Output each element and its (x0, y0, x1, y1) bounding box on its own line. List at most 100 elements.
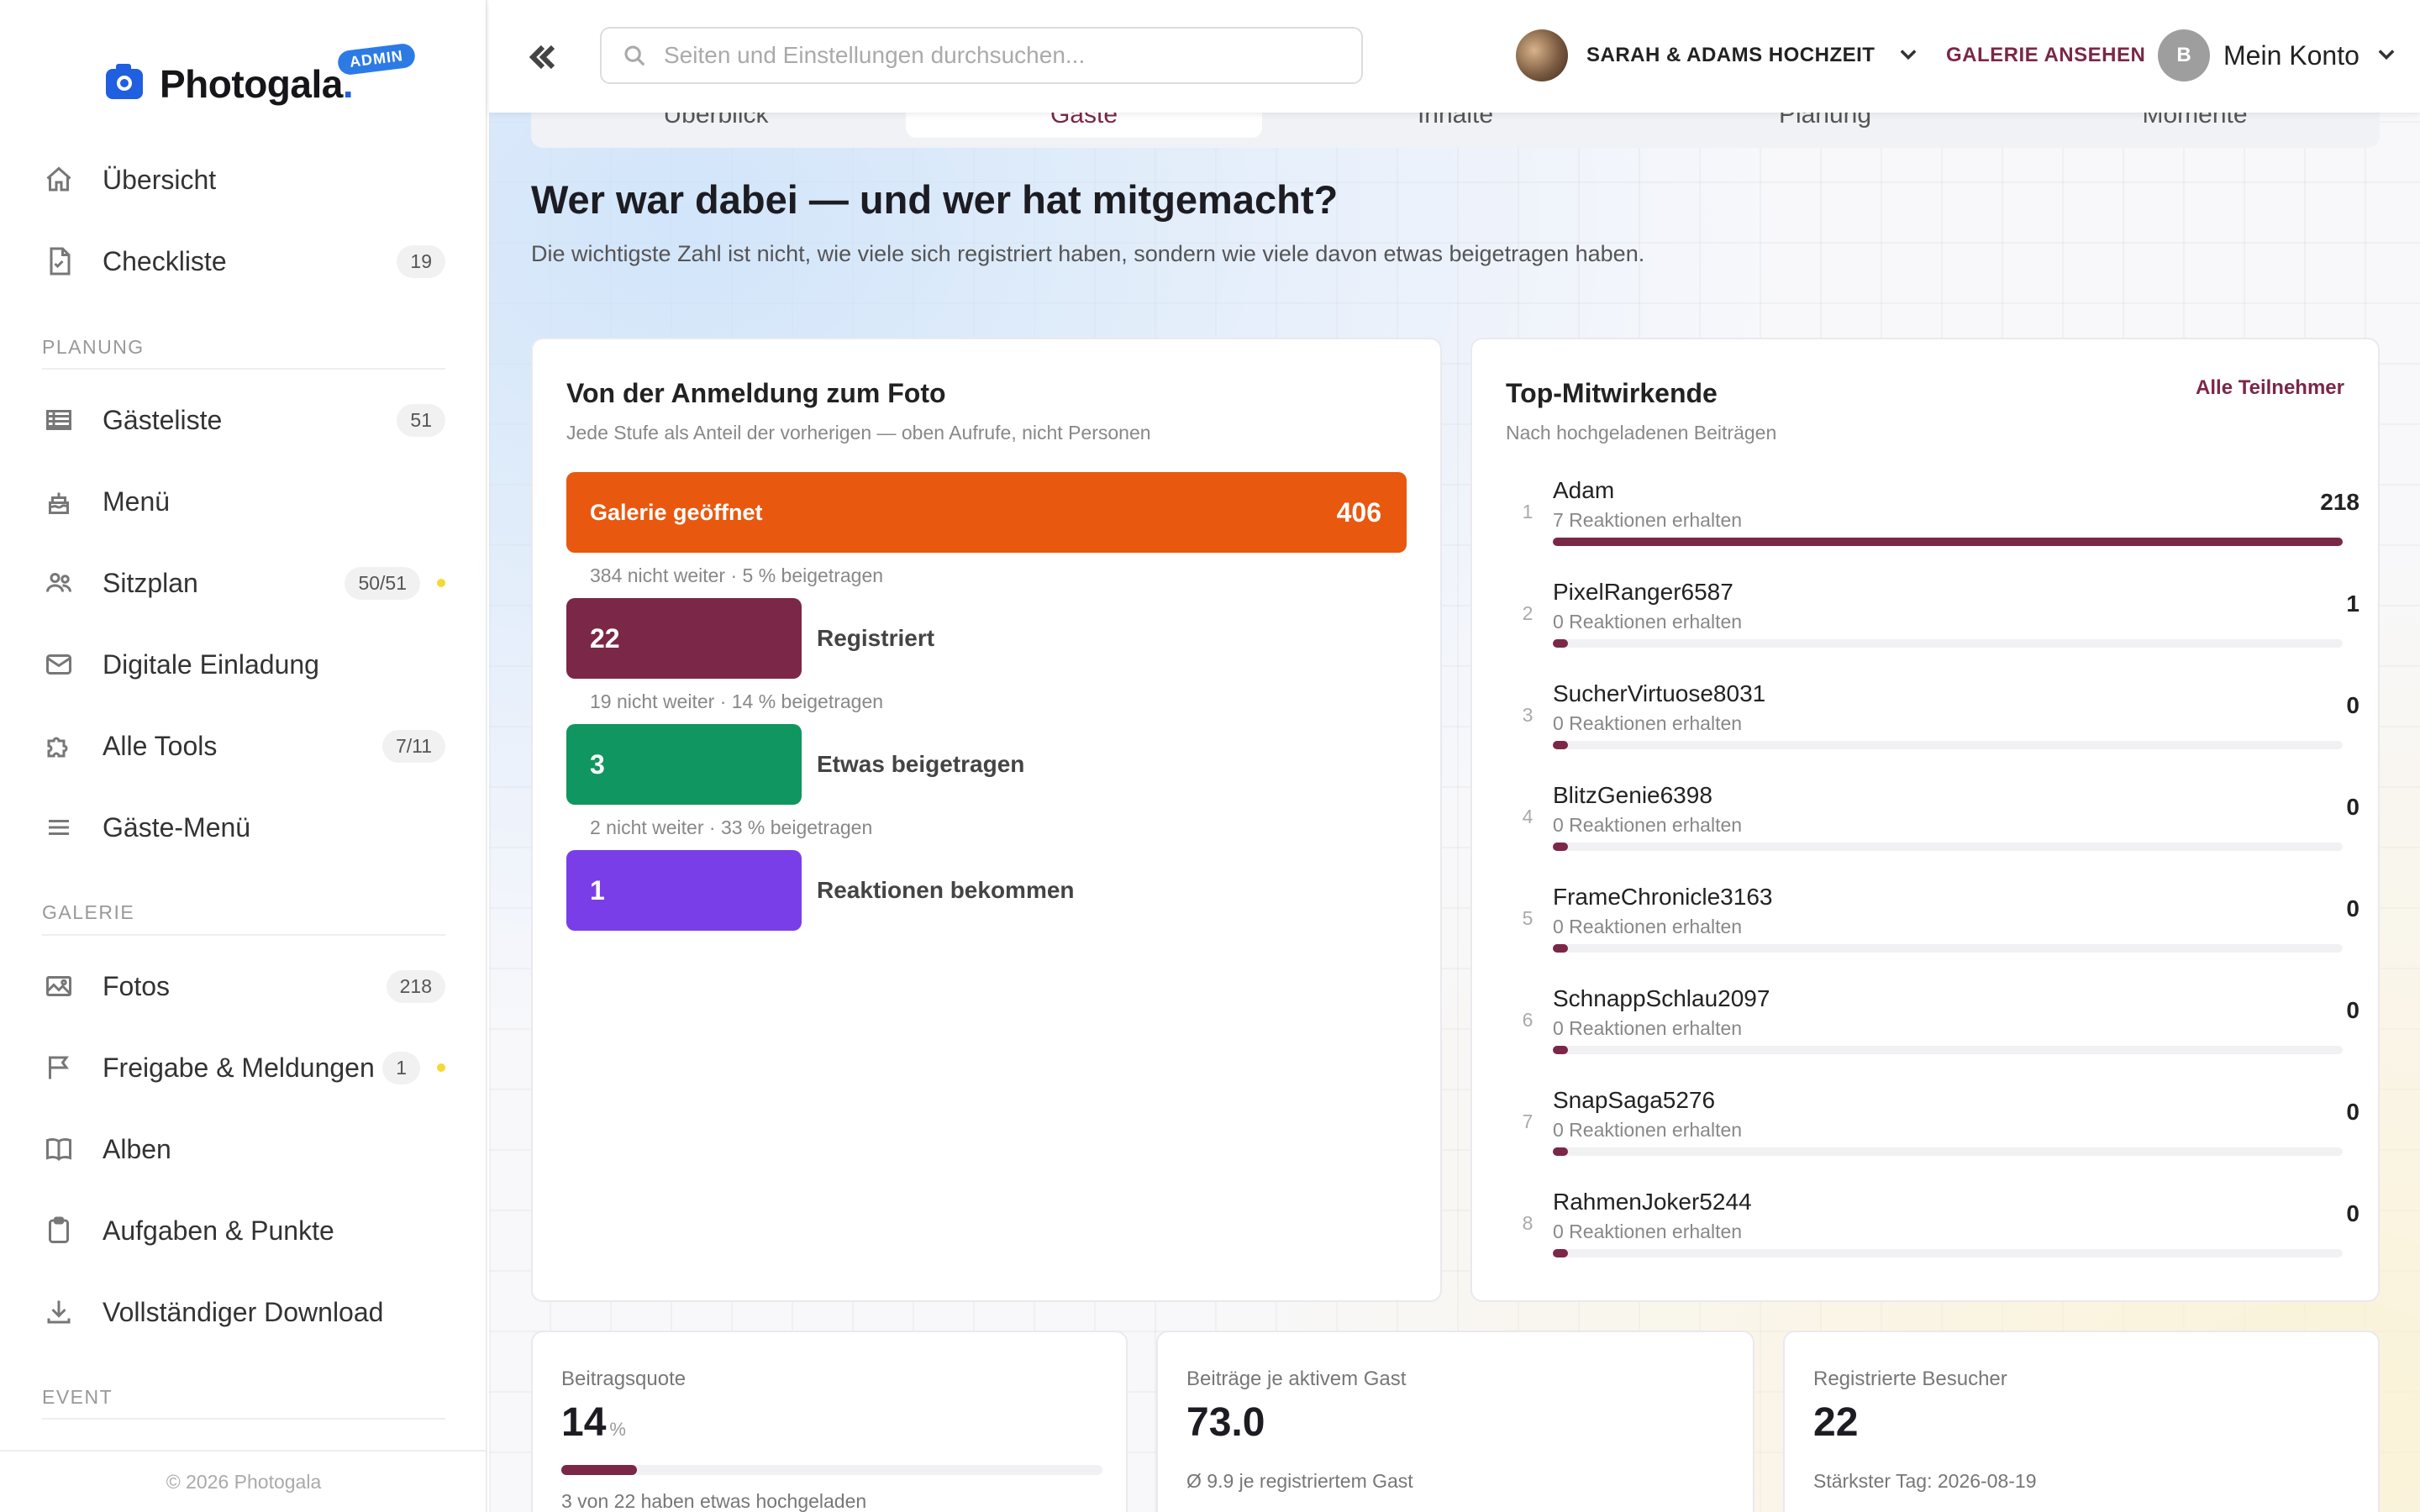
top-contributors-card: Top-Mitwirkende Nach hochgeladenen Beitr… (1470, 338, 2380, 1302)
sidebar-item-uebersicht[interactable]: Übersicht (42, 153, 445, 207)
home-icon (42, 163, 76, 197)
funnel-bar-registriert: 22 (566, 598, 802, 679)
contributor-row[interactable]: 4 BlitzGenie6398 0 Reaktionen erhalten 0 (1519, 782, 2360, 874)
contributor-rank: 4 (1522, 806, 1534, 827)
funnel-subtitle: Jede Stufe als Anteil der vorherigen — o… (566, 422, 1151, 444)
search-box[interactable] (600, 27, 1363, 84)
sidebar-item-label: Gäste-Menü (103, 811, 251, 843)
funnel-card: Von der Anmeldung zum Foto Jede Stufe al… (531, 338, 1442, 1302)
contributor-row[interactable]: 8 RahmenJoker5244 0 Reaktionen erhalten 0 (1519, 1189, 2360, 1281)
sidebar-item-alle-tools[interactable]: Alle Tools 7/11 (42, 719, 445, 773)
tab-inhalte[interactable]: Inhalte (1270, 113, 1640, 138)
stat-foot: Stärkster Tag: 2026-08-19 (1813, 1470, 2037, 1492)
contributor-reactions: 0 Reaktionen erhalten (1553, 814, 1743, 836)
sidebar-item-menue[interactable]: Menü (42, 475, 445, 528)
contributor-reactions: 0 Reaktionen erhalten (1553, 1017, 1743, 1039)
search-input[interactable] (664, 42, 1353, 69)
contributor-row[interactable]: 5 FrameChronicle3163 0 Reaktionen erhalten… (1519, 884, 2360, 976)
page-title: Wer war dabei — und wer hat mitgemacht? (531, 177, 1339, 222)
count-badge: 7/11 (381, 729, 445, 763)
contributor-count: 0 (2346, 997, 2360, 1023)
contributor-rank: 7 (1522, 1110, 1534, 1132)
sidebar-footer: © 2026 Photogala (0, 1450, 487, 1512)
sidebar-item-aufgaben-punkte[interactable]: Aufgaben & Punkte (42, 1204, 445, 1257)
contributor-reactions: 0 Reaktionen erhalten (1553, 611, 1743, 633)
divider (42, 1418, 445, 1420)
contributor-rank: 8 (1522, 1212, 1534, 1234)
contributor-row[interactable]: 1 Adam 7 Reaktionen erhalten 218 (1519, 477, 2360, 570)
stat-foot: Ø 9.9 je registriertem Gast (1186, 1470, 1413, 1492)
contributor-bar-track (1553, 538, 2343, 546)
logo-text: Photogala. (160, 62, 354, 106)
tab-momente[interactable]: Momente (2010, 113, 2380, 138)
sidebar-item-freigabe-meldungen[interactable]: Freigabe & Meldungen 1 (42, 1041, 445, 1095)
sidebar-item-vollstaendiger-download[interactable]: Vollständiger Download (42, 1285, 445, 1339)
sidebar-item-checkliste[interactable]: Checkliste 19 (42, 234, 445, 288)
tab-gaeste[interactable]: Gäste (906, 113, 1262, 138)
contributor-count: 0 (2346, 895, 2360, 921)
contributor-row[interactable]: 2 PixelRanger6587 0 Reaktionen erhalten 1 (1519, 579, 2360, 671)
puzzle-icon (42, 729, 76, 763)
sidebar-item-gaeste-menue[interactable]: Gäste-Menü (42, 801, 445, 854)
contributor-count: 0 (2346, 1099, 2360, 1125)
contributor-row[interactable]: 6 SchnappSchlau2097 0 Reaktionen erhalten 0 (1519, 985, 2360, 1078)
funnel-drop-note: 19 nicht weiter · 14 % beigetragen (590, 690, 884, 712)
contributor-row[interactable]: 7 SnapSaga5276 0 Reaktionen erhalten 0 (1519, 1087, 2360, 1179)
stat-value: 14% (561, 1400, 626, 1445)
funnel-bar-etwas-beigetragen: 3 (566, 724, 802, 805)
admin-badge: ADMIN (336, 42, 417, 76)
sidebar-item-label: Sitzplan (103, 567, 198, 598)
contributor-row[interactable]: 3 SucherVirtuose8031 0 Reaktionen erhalten… (1519, 680, 2360, 773)
stat-label: Registrierte Besucher (1813, 1368, 2007, 1390)
sidebar-item-digitale-einladung[interactable]: Digitale Einladung (42, 638, 445, 691)
funnel-step-label: Reaktionen bekommen (817, 877, 1075, 903)
sidebar-item-gaesteliste[interactable]: Gästeliste 51 (42, 393, 445, 447)
status-dot (437, 579, 445, 587)
event-selector[interactable]: SARAH & ADAMS HOCHZEIT (1516, 29, 1920, 82)
funnel-step-label: Galerie geöffnet (590, 499, 763, 525)
event-avatar (1516, 29, 1568, 81)
account-menu[interactable]: B Mein Konto (2158, 29, 2398, 82)
collapse-sidebar-button[interactable] (523, 37, 563, 77)
sidebar-item-label: Freigabe & Meldungen (103, 1052, 375, 1083)
funnel-step-value: 22 (590, 622, 620, 654)
people-icon (42, 566, 76, 600)
contributor-reactions: 0 Reaktionen erhalten (1553, 712, 1743, 734)
checklist-icon (42, 244, 76, 278)
sidebar-item-alben[interactable]: Alben (42, 1122, 445, 1176)
sidebar-item-sitzplan[interactable]: Sitzplan 50/51 (42, 556, 445, 610)
contributor-name: PixelRanger6587 (1553, 579, 1733, 605)
contributor-name: SchnappSchlau2097 (1553, 985, 1770, 1011)
contributor-count: 0 (2346, 1200, 2360, 1226)
search-icon (624, 45, 645, 66)
contributor-reactions: 0 Reaktionen erhalten (1553, 1119, 1743, 1141)
contributor-bar-track (1553, 1249, 2343, 1257)
tab-ueberblick[interactable]: Überblick (531, 113, 901, 138)
contributor-bar-track (1553, 1147, 2343, 1156)
contributor-rank: 6 (1522, 1009, 1534, 1031)
contributor-bar-fill (1553, 843, 1568, 851)
contributor-name: FrameChronicle3163 (1553, 884, 1773, 910)
contributor-rank: 2 (1522, 602, 1534, 624)
logo[interactable]: Photogala. ADMIN (106, 42, 417, 109)
funnel-step-label: Registriert (817, 625, 935, 651)
all-participants-link[interactable]: Alle Teilnehmer (2196, 376, 2344, 400)
flag-icon (42, 1051, 76, 1084)
topbar: SARAH & ADAMS HOCHZEIT GALERIE ANSEHEN B… (489, 0, 2420, 113)
funnel-title: Von der Anmeldung zum Foto (566, 378, 946, 408)
account-avatar: B (2158, 29, 2210, 81)
tab-planung[interactable]: Planung (1640, 113, 2010, 138)
page-subtitle: Die wichtigste Zahl ist nicht, wie viele… (531, 241, 1645, 266)
contributor-name: SnapSaga5276 (1553, 1087, 1716, 1113)
contributor-rank: 5 (1522, 907, 1534, 929)
contributor-name: SucherVirtuose8031 (1553, 680, 1766, 706)
contributor-reactions: 7 Reaktionen erhalten (1553, 509, 1743, 531)
stat-card-beitraege-je-gast: Beiträge je aktivem Gast 73.0 Ø 9.9 je r… (1156, 1331, 1754, 1512)
stat-unit: % (609, 1419, 626, 1440)
funnel-step-value: 1 (590, 874, 605, 906)
contributor-bar-track (1553, 843, 2343, 851)
sidebar-item-label: Aufgaben & Punkte (103, 1215, 334, 1246)
sidebar-item-fotos[interactable]: Fotos 218 (42, 959, 445, 1013)
view-gallery-link[interactable]: GALERIE ANSEHEN (1946, 44, 2145, 67)
image-icon (42, 969, 76, 1003)
